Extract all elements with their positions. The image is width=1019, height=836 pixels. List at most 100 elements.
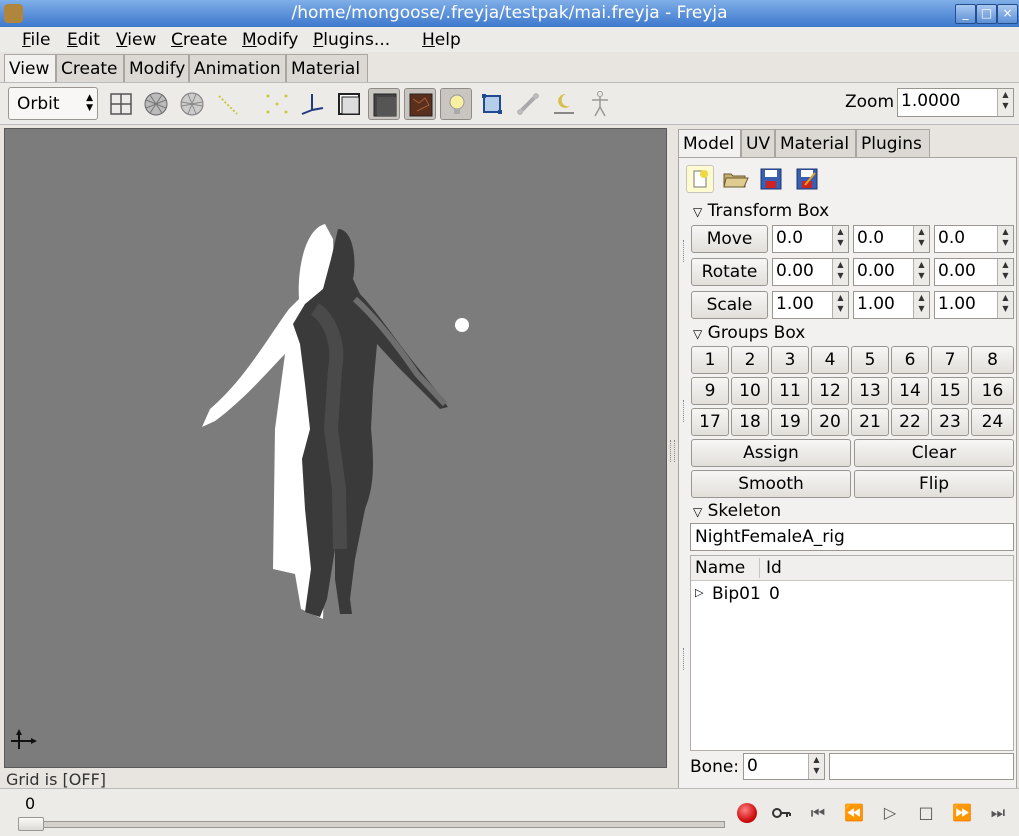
mesh-sphere-icon[interactable] [176,88,208,120]
play-icon[interactable]: ▷ [879,802,901,824]
spin-arrows-icon[interactable]: ▲ ▼ [832,259,848,285]
splitter-handle[interactable] [670,440,675,462]
bone-icon[interactable] [512,88,544,120]
menu-modify[interactable]: Modify [242,30,298,50]
record-icon[interactable] [737,803,757,823]
spin-arrows-icon[interactable]: ▲ ▼ [997,89,1013,116]
bone-spinbox[interactable]: 0 ▲ ▼ [743,753,825,780]
group-button-1[interactable]: 1 [691,346,729,374]
transform-box-header[interactable]: ▽ Transform Box [693,201,829,221]
skeleton-header[interactable]: ▽ Skeleton [693,501,781,521]
rewind-icon[interactable]: ⏪ [843,802,865,824]
group-button-3[interactable]: 3 [771,346,809,374]
group-button-8[interactable]: 8 [971,346,1014,374]
rotate-x-spin[interactable]: 0.00 ▲ ▼ [772,258,849,286]
group-button-9[interactable]: 9 [691,377,729,405]
scale-button[interactable]: Scale [691,291,768,319]
column-name-header[interactable]: Name [695,558,745,578]
tab-material[interactable]: Material [286,54,368,82]
tab-uv[interactable]: UV [741,129,775,157]
group-button-13[interactable]: 13 [851,377,889,405]
column-id-header[interactable]: Id [766,558,782,578]
save-icon[interactable] [757,165,785,193]
move-y-spin[interactable]: 0.0 ▲ ▼ [853,225,930,253]
new-file-icon[interactable] [686,165,714,193]
group-button-5[interactable]: 5 [851,346,889,374]
skip-to-end-icon[interactable]: ⏭ [987,802,1009,824]
tab-create[interactable]: Create [56,54,124,82]
expander-closed-icon[interactable]: ▷ [695,586,703,599]
close-button[interactable]: × [997,4,1018,24]
textured-box-icon[interactable] [404,88,436,120]
timeline-slider-track[interactable] [18,821,725,828]
bounding-box-icon[interactable] [476,88,508,120]
rotate-button[interactable]: Rotate [691,258,768,286]
tab-plugins[interactable]: Plugins [856,129,930,157]
group-button-14[interactable]: 14 [891,377,929,405]
group-button-20[interactable]: 20 [811,408,849,436]
group-button-21[interactable]: 21 [851,408,889,436]
group-button-22[interactable]: 22 [891,408,929,436]
scale-x-spin[interactable]: 1.00 ▲ ▼ [772,291,849,319]
axes-icon[interactable] [296,88,328,120]
group-button-6[interactable]: 6 [891,346,929,374]
group-button-17[interactable]: 17 [691,408,729,436]
spin-arrows-icon[interactable]: ▲ ▼ [913,259,929,285]
3d-viewport[interactable] [4,128,667,768]
minimize-button[interactable]: _ [955,4,976,24]
wireframe-sphere-icon[interactable] [140,88,172,120]
save-as-icon[interactable] [793,165,821,193]
spin-arrows-icon[interactable]: ▲ ▼ [997,259,1013,285]
menu-plugins[interactable]: Plugins... [313,30,390,50]
group-button-15[interactable]: 15 [931,377,969,405]
group-button-16[interactable]: 16 [971,377,1014,405]
spin-arrows-icon[interactable]: ▲ ▼ [832,292,848,318]
move-x-spin[interactable]: 0.0 ▲ ▼ [772,225,849,253]
groups-box-header[interactable]: ▽ Groups Box [693,323,805,343]
shaded-box-icon[interactable] [368,88,400,120]
group-button-23[interactable]: 23 [931,408,969,436]
group-button-2[interactable]: 2 [731,346,769,374]
group-button-18[interactable]: 18 [731,408,769,436]
tab-modify[interactable]: Modify [124,54,189,82]
menu-help[interactable]: Help [422,30,461,50]
rotate-z-spin[interactable]: 0.00 ▲ ▼ [934,258,1014,286]
quad-view-icon[interactable] [106,88,138,120]
bone-name-field[interactable] [829,753,1014,780]
line-tool-icon[interactable] [212,88,244,120]
tree-row[interactable]: ▷ Bip01 0 [691,584,1013,606]
timeline-slider-handle[interactable] [18,817,44,831]
scale-z-spin[interactable]: 1.00 ▲ ▼ [934,291,1014,319]
tab-model[interactable]: Model [678,129,741,157]
solid-box-icon[interactable] [333,88,365,120]
keyframe-icon[interactable] [770,802,792,824]
move-button[interactable]: Move [691,225,768,253]
move-z-spin[interactable]: 0.0 ▲ ▼ [934,225,1014,253]
mode-select[interactable]: Orbit ▲ ▼ [8,87,98,120]
fast-forward-icon[interactable]: ⏩ [951,802,973,824]
group-button-7[interactable]: 7 [931,346,969,374]
menu-file[interactable]: File [22,30,50,50]
zoom-spinbox[interactable]: 1.0000 ▲ ▼ [897,88,1014,117]
group-button-4[interactable]: 4 [811,346,849,374]
tab-view[interactable]: View [4,54,56,82]
group-button-11[interactable]: 11 [771,377,809,405]
skip-to-start-icon[interactable]: ⏮ [807,802,829,824]
menu-create[interactable]: Create [171,30,228,50]
group-button-19[interactable]: 19 [771,408,809,436]
menu-edit[interactable]: Edit [67,30,100,50]
spin-arrows-icon[interactable]: ▲ ▼ [808,754,824,779]
maximize-button[interactable]: □ [976,4,997,24]
spin-arrows-icon[interactable]: ▲ ▼ [913,226,929,252]
clear-button[interactable]: Clear [854,439,1014,467]
bone-tree[interactable]: Name Id ▷ Bip01 0 [690,555,1014,751]
spin-arrows-icon[interactable]: ▲ ▼ [913,292,929,318]
tab-panel-material[interactable]: Material [775,129,856,157]
tab-animation[interactable]: Animation [189,54,286,82]
moon-scene-icon[interactable] [548,88,580,120]
assign-button[interactable]: Assign [691,439,851,467]
vertices-icon[interactable] [261,88,293,120]
group-button-24[interactable]: 24 [971,408,1014,436]
group-button-12[interactable]: 12 [811,377,849,405]
skeleton-figure-icon[interactable] [584,88,616,120]
